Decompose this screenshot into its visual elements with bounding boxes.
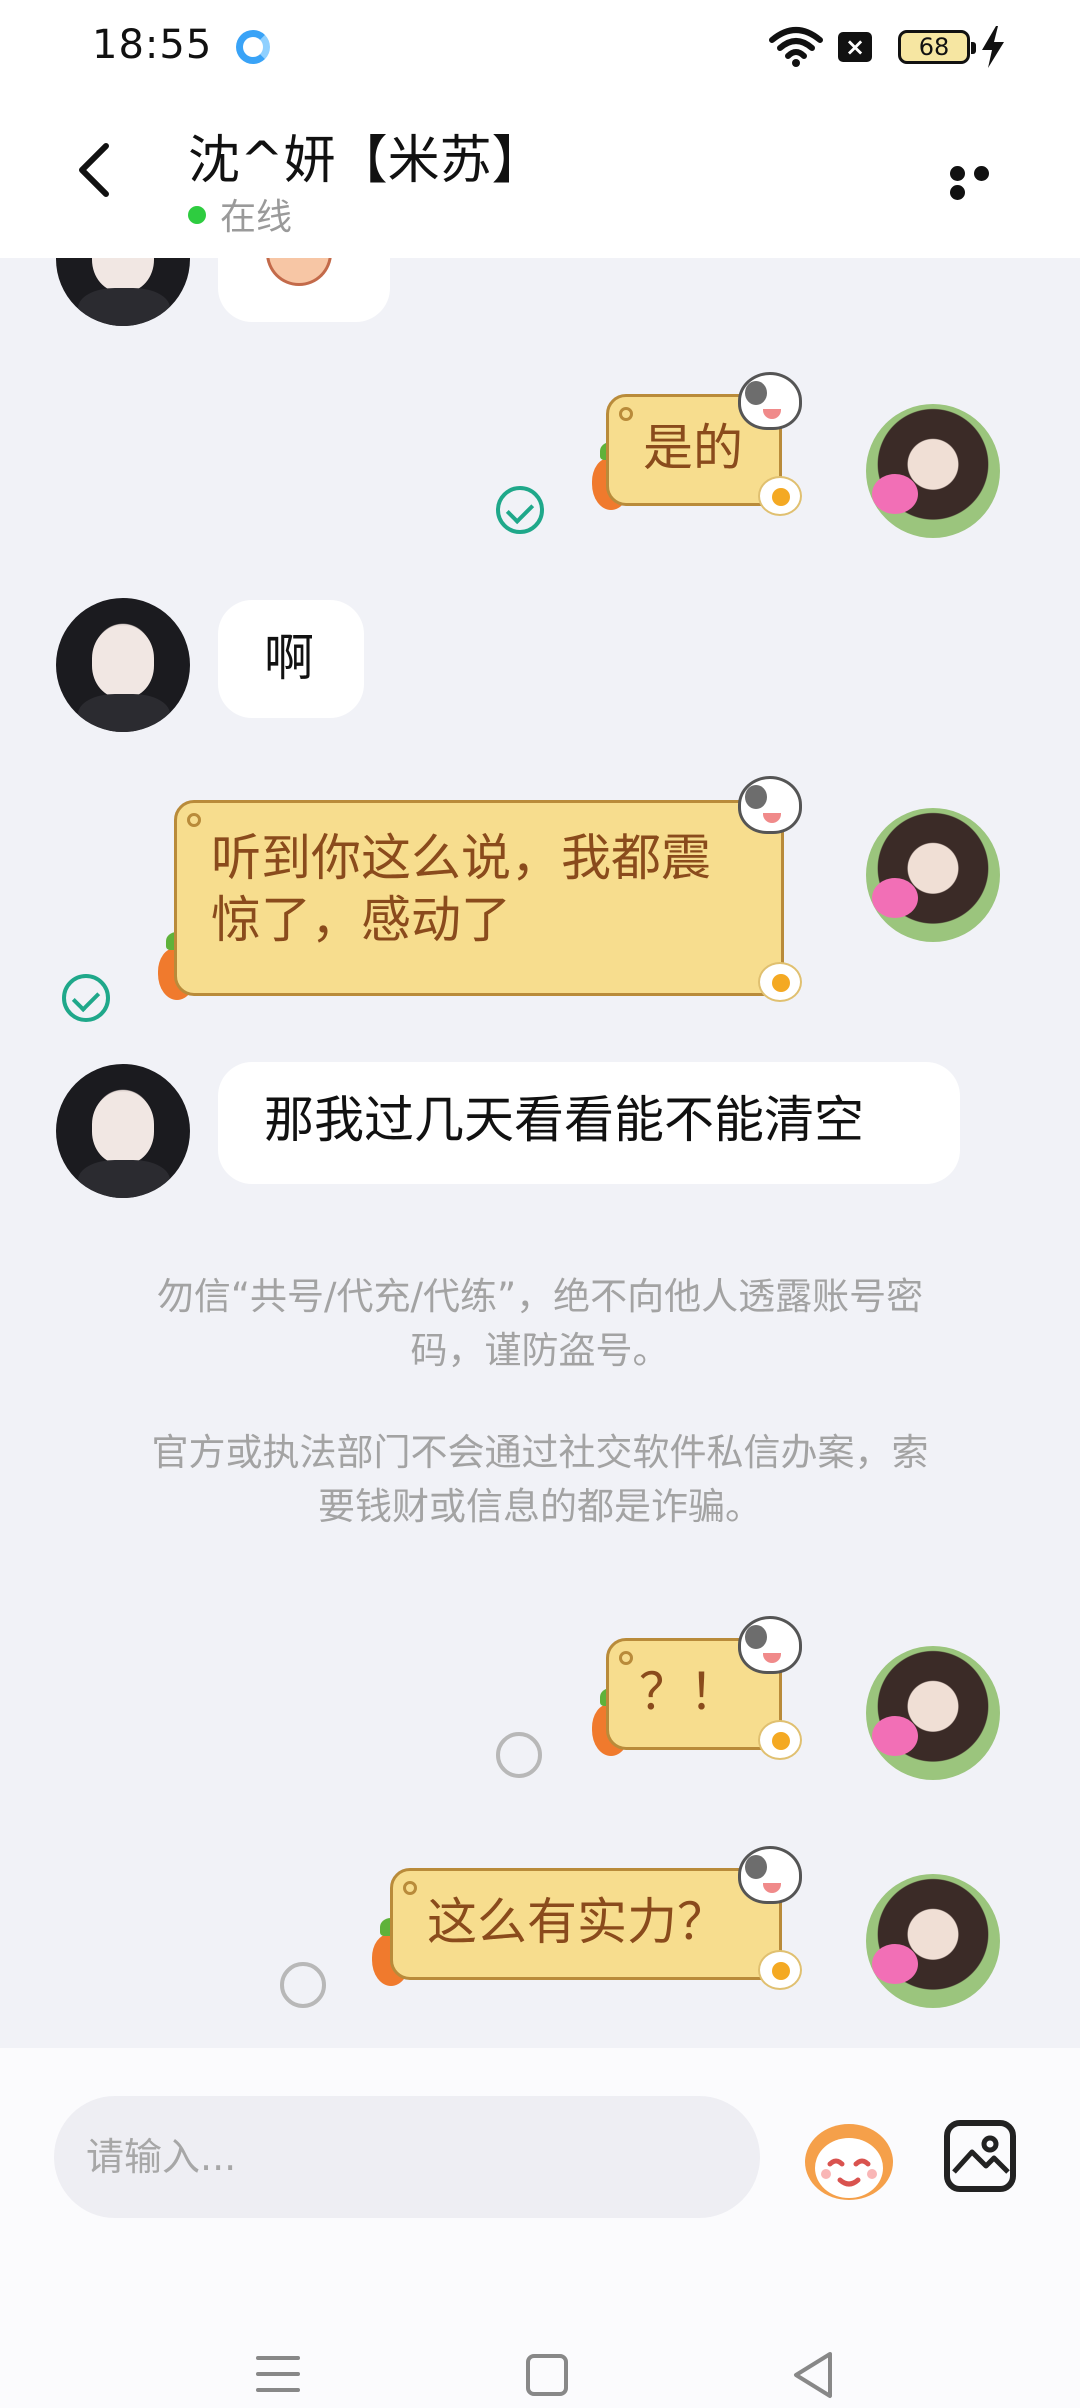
notice-line: 官方或执法部门不会通过社交软件私信办案，索 <box>151 1431 929 1474</box>
message-bubble[interactable]: 这么有实力？ <box>390 1868 782 1980</box>
my-avatar[interactable] <box>866 808 1000 942</box>
clock-time: 18:55 <box>92 22 213 68</box>
my-avatar[interactable] <box>866 404 1000 538</box>
back-triangle-icon[interactable] <box>790 2350 836 2400</box>
notice-line: 码，谨防盗号。 <box>410 1329 670 1372</box>
recent-apps-icon[interactable] <box>256 2356 300 2404</box>
message-text: 那我过几天看看能不能清空 <box>264 1091 864 1149</box>
online-status-label: 在线 <box>220 197 293 238</box>
message-bubble[interactable]: 那我过几天看看能不能清空 <box>218 1062 960 1184</box>
message-input[interactable]: 请输入... <box>54 2096 760 2218</box>
pending-status-icon <box>496 1732 542 1778</box>
egg-decoration-icon <box>758 1720 802 1760</box>
emoji-face-icon[interactable] <box>800 2112 898 2204</box>
egg-decoration-icon <box>758 962 802 1002</box>
home-icon[interactable] <box>526 2354 568 2396</box>
composer-bar: 请输入... <box>0 2048 1080 2408</box>
message-text-line: 惊了，感动了 <box>211 891 511 949</box>
cat-decoration-icon <box>738 1846 802 1904</box>
message-text: 这么有实力？ <box>427 1893 727 1951</box>
read-check-icon <box>62 974 110 1022</box>
contact-avatar[interactable] <box>56 1064 190 1198</box>
my-avatar[interactable] <box>866 1874 1000 2008</box>
security-notice: 勿信“共号/代充/代练”，绝不向他人透露账号密 码，谨防盗号。 <box>100 1270 980 1378</box>
system-nav-bar <box>0 2290 1080 2408</box>
notice-line: 勿信“共号/代充/代练”，绝不向他人透露账号密 <box>156 1275 924 1318</box>
read-check-icon <box>496 486 544 534</box>
fraud-notice: 官方或执法部门不会通过社交软件私信办案，索 要钱财或信息的都是诈骗。 <box>100 1426 980 1534</box>
cat-decoration-icon <box>738 776 802 834</box>
message-text: 啊 <box>264 629 314 687</box>
ellipsis-icon[interactable] <box>950 166 1020 200</box>
pending-status-icon <box>280 1962 326 2008</box>
chevron-left-icon[interactable] <box>64 138 128 202</box>
q-app-icon <box>236 30 270 64</box>
battery-icon: 68 <box>898 30 976 64</box>
message-text: 是的 <box>643 419 743 477</box>
image-icon[interactable] <box>944 2120 1016 2192</box>
online-status: 在线 <box>188 188 292 240</box>
chat-header: 沈^妍【米苏】 在线 <box>0 96 1080 258</box>
online-dot-icon <box>188 206 206 224</box>
contact-avatar[interactable] <box>56 598 190 732</box>
contact-avatar[interactable] <box>56 258 190 326</box>
my-avatar[interactable] <box>866 1646 1000 1780</box>
notice-line: 要钱财或信息的都是诈骗。 <box>318 1485 762 1528</box>
cat-decoration-icon <box>738 372 802 430</box>
status-bar: 18:55 × 68 <box>0 0 1080 96</box>
charging-bolt-icon <box>982 26 1004 68</box>
message-list[interactable]: 是的 啊 听到你这么说，我都震 惊了，感动了 那我过几天看看能不能清空 勿信“共… <box>0 258 1080 2048</box>
message-text: ？！ <box>639 1663 739 1721</box>
message-bubble[interactable]: 听到你这么说，我都震 惊了，感动了 <box>174 800 784 996</box>
egg-decoration-icon <box>758 1950 802 1990</box>
egg-decoration-icon <box>758 476 802 516</box>
wifi-icon <box>769 27 823 67</box>
cat-decoration-icon <box>738 1616 802 1674</box>
battery-level: 68 <box>918 33 950 61</box>
contact-name[interactable]: 沈^妍【米苏】 <box>188 118 544 193</box>
message-text-line: 听到你这么说，我都震 <box>211 829 711 887</box>
x-icon: × <box>838 32 872 62</box>
message-bubble[interactable]: 啊 <box>218 600 364 718</box>
